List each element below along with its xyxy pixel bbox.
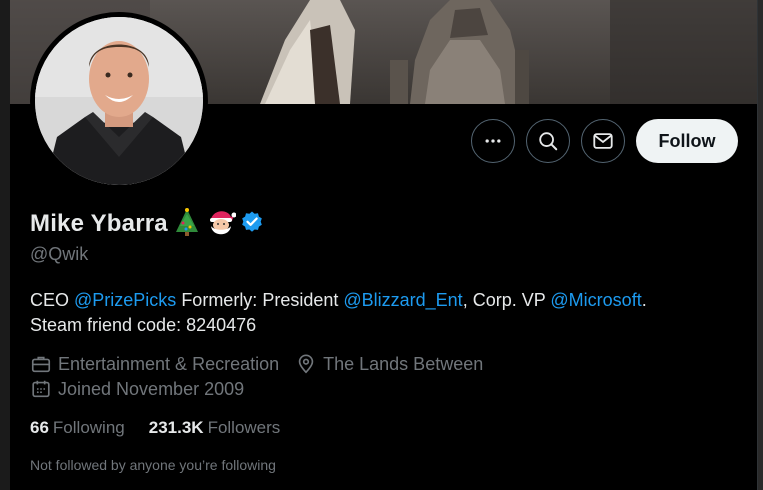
profile-bio: CEO @PrizePicks Formerly: President @Bli… — [30, 288, 730, 338]
name-row: Mike Ybarra — [30, 206, 264, 242]
search-icon — [539, 132, 558, 151]
mention-link-blizzard[interactable]: @Blizzard_Ent — [343, 290, 462, 310]
avatar-photo — [35, 17, 203, 185]
verified-badge-icon[interactable] — [240, 210, 264, 239]
message-icon — [593, 133, 613, 149]
briefcase-icon — [31, 356, 51, 373]
profile-meta-row: Entertainment & Recreation The Lands Bet… — [30, 353, 499, 375]
category-text: Entertainment & Recreation — [58, 353, 280, 374]
follow-stats: 66 Following 231.3K Followers — [30, 418, 304, 438]
followers-link[interactable]: 231.3K Followers — [149, 418, 281, 438]
bio-text: CEO — [30, 290, 75, 310]
santa-icon — [206, 207, 237, 242]
followers-count: 231.3K — [148, 418, 204, 437]
more-button[interactable] — [471, 119, 515, 163]
message-button[interactable] — [581, 119, 625, 163]
bio-text: . — [641, 290, 647, 310]
left-gutter — [0, 0, 10, 490]
scrollbar-track[interactable] — [758, 0, 763, 490]
followed-by-note: Not followed by anyone you’re following — [30, 457, 276, 473]
followers-label: Followers — [207, 418, 281, 437]
following-link[interactable]: 66 Following — [30, 418, 125, 438]
location-text: The Lands Between — [323, 353, 484, 374]
more-icon — [485, 139, 501, 143]
location-pin-icon — [298, 354, 314, 374]
mention-link-microsoft[interactable]: @Microsoft — [550, 290, 641, 310]
bio-text: Formerly: President — [176, 290, 344, 310]
joined-item: Joined November 2009 — [30, 378, 244, 400]
location-item: The Lands Between — [295, 353, 483, 375]
following-label: Following — [52, 418, 125, 437]
category-item: Entertainment & Recreation — [30, 353, 279, 375]
avatar[interactable] — [35, 17, 203, 185]
mention-link-prizepicks[interactable]: @PrizePicks — [74, 290, 176, 310]
display-name: Mike Ybarra — [30, 210, 168, 237]
following-count: 66 — [30, 418, 49, 437]
calendar-icon — [32, 380, 50, 398]
joined-text: Joined November 2009 — [58, 378, 245, 399]
christmas-tree-icon — [174, 207, 200, 241]
search-button[interactable] — [526, 119, 570, 163]
bio-steam-code: Steam friend code: 8240476 — [30, 315, 257, 335]
bio-text: , Corp. VP — [462, 290, 551, 310]
profile-meta-row: Joined November 2009 — [30, 378, 260, 400]
follow-button[interactable]: Follow — [636, 119, 738, 163]
profile-handle: @Qwik — [30, 244, 89, 264]
